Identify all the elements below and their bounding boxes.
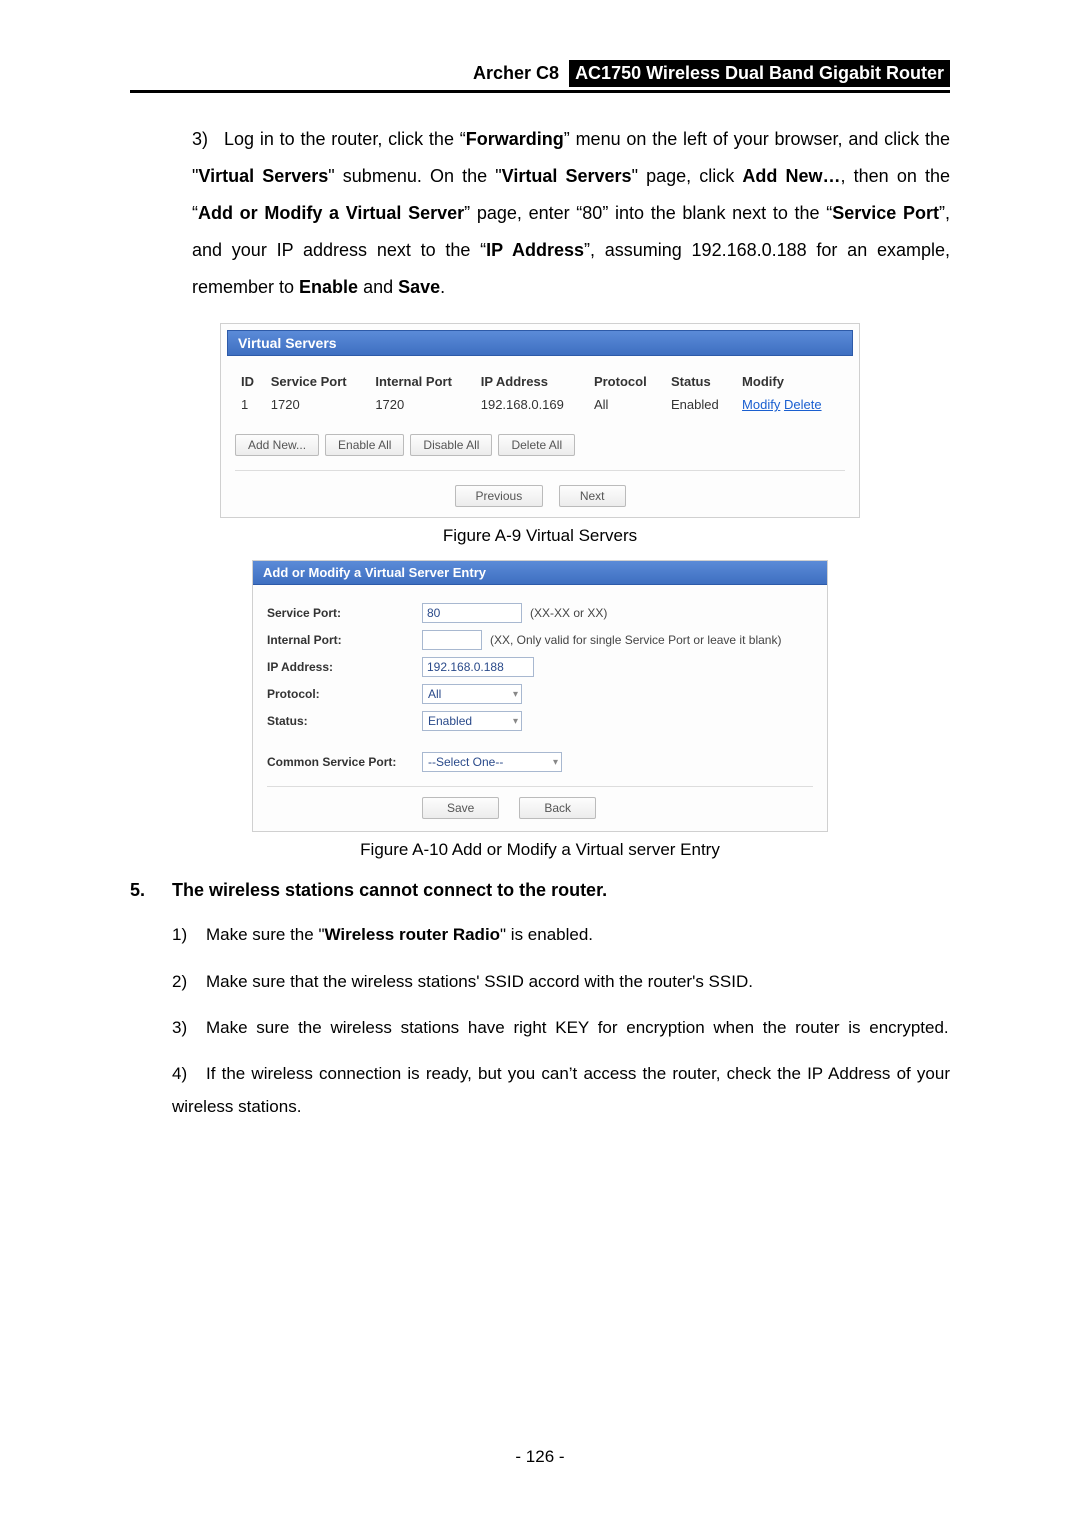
list-item: 2)Make sure that the wireless stations' …	[172, 966, 950, 998]
internal-port-hint: (XX, Only valid for single Service Port …	[490, 633, 781, 647]
col-modify: Modify	[736, 370, 845, 393]
table-row: 1 1720 1720 192.168.0.169 All Enabled Mo…	[235, 393, 845, 416]
col-id: ID	[235, 370, 265, 393]
internal-port-input[interactable]	[422, 630, 482, 650]
divider	[235, 470, 845, 471]
item-number: 3)	[172, 1012, 206, 1044]
label-ip-address: IP Address:	[267, 660, 422, 674]
disable-all-button[interactable]: Disable All	[410, 434, 492, 456]
label-status: Status:	[267, 714, 422, 728]
virtual-servers-table: ID Service Port Internal Port IP Address…	[235, 370, 845, 416]
item-number: 1)	[172, 919, 206, 951]
label-internal-port: Internal Port:	[267, 633, 422, 647]
col-ip-address: IP Address	[475, 370, 588, 393]
label-service-port: Service Port:	[267, 606, 422, 620]
previous-button[interactable]: Previous	[455, 485, 544, 507]
service-port-input[interactable]	[422, 603, 522, 623]
chevron-down-icon: ▾	[513, 689, 518, 700]
next-button[interactable]: Next	[559, 485, 626, 507]
chevron-down-icon: ▾	[553, 757, 558, 768]
service-port-hint: (XX-XX or XX)	[530, 606, 607, 620]
list-item: 4)If the wireless connection is ready, b…	[172, 1058, 950, 1123]
step-3-paragraph: 3)Log in to the router, click the “Forwa…	[192, 121, 950, 305]
cell-internal-port: 1720	[369, 393, 474, 416]
add-modify-panel: Add or Modify a Virtual Server Entry Ser…	[252, 560, 828, 832]
product-title: AC1750 Wireless Dual Band Gigabit Router	[569, 60, 950, 87]
cell-status: Enabled	[665, 393, 736, 416]
table-header-row: ID Service Port Internal Port IP Address…	[235, 370, 845, 393]
panel-title: Virtual Servers	[227, 330, 853, 356]
col-internal-port: Internal Port	[369, 370, 474, 393]
list-item: 1)Make sure the "Wireless router Radio" …	[172, 919, 950, 951]
cell-id: 1	[235, 393, 265, 416]
virtual-servers-panel: Virtual Servers ID Service Port Internal…	[220, 323, 860, 518]
protocol-select[interactable]: All ▾	[422, 684, 522, 704]
section-title: The wireless stations cannot connect to …	[172, 880, 607, 900]
section-5-heading: 5.The wireless stations cannot connect t…	[130, 880, 950, 901]
figure-caption-a9: Figure A-9 Virtual Servers	[130, 526, 950, 546]
save-button[interactable]: Save	[422, 797, 499, 819]
ip-address-input[interactable]	[422, 657, 534, 677]
doc-header: Archer C8 AC1750 Wireless Dual Band Giga…	[130, 60, 950, 87]
protocol-value: All	[428, 687, 441, 701]
modify-link[interactable]: Modify	[742, 397, 780, 412]
col-status: Status	[665, 370, 736, 393]
col-service-port: Service Port	[265, 370, 370, 393]
chevron-down-icon: ▾	[513, 716, 518, 727]
common-service-port-select[interactable]: --Select One-- ▾	[422, 752, 562, 772]
label-protocol: Protocol:	[267, 687, 422, 701]
delete-all-button[interactable]: Delete All	[498, 434, 575, 456]
divider	[267, 786, 813, 787]
item-number: 4)	[172, 1058, 206, 1090]
back-button[interactable]: Back	[519, 797, 596, 819]
section-number: 5.	[130, 880, 172, 901]
header-divider	[130, 90, 950, 93]
panel-title: Add or Modify a Virtual Server Entry	[253, 561, 827, 585]
cell-service-port: 1720	[265, 393, 370, 416]
status-value: Enabled	[428, 714, 472, 728]
col-protocol: Protocol	[588, 370, 665, 393]
item-number: 2)	[172, 966, 206, 998]
list-item: 3)Make sure the wireless stations have r…	[172, 1012, 950, 1044]
common-service-port-value: --Select One--	[428, 755, 503, 769]
step-number: 3)	[192, 121, 224, 158]
cell-protocol: All	[588, 393, 665, 416]
figure-caption-a10: Figure A-10 Add or Modify a Virtual serv…	[130, 840, 950, 860]
page-number: - 126 -	[0, 1447, 1080, 1467]
model-label: Archer C8	[473, 63, 559, 84]
enable-all-button[interactable]: Enable All	[325, 434, 404, 456]
status-select[interactable]: Enabled ▾	[422, 711, 522, 731]
cell-ip: 192.168.0.169	[475, 393, 588, 416]
add-new-button[interactable]: Add New...	[235, 434, 319, 456]
delete-link[interactable]: Delete	[784, 397, 822, 412]
label-common-service-port: Common Service Port:	[267, 755, 422, 769]
